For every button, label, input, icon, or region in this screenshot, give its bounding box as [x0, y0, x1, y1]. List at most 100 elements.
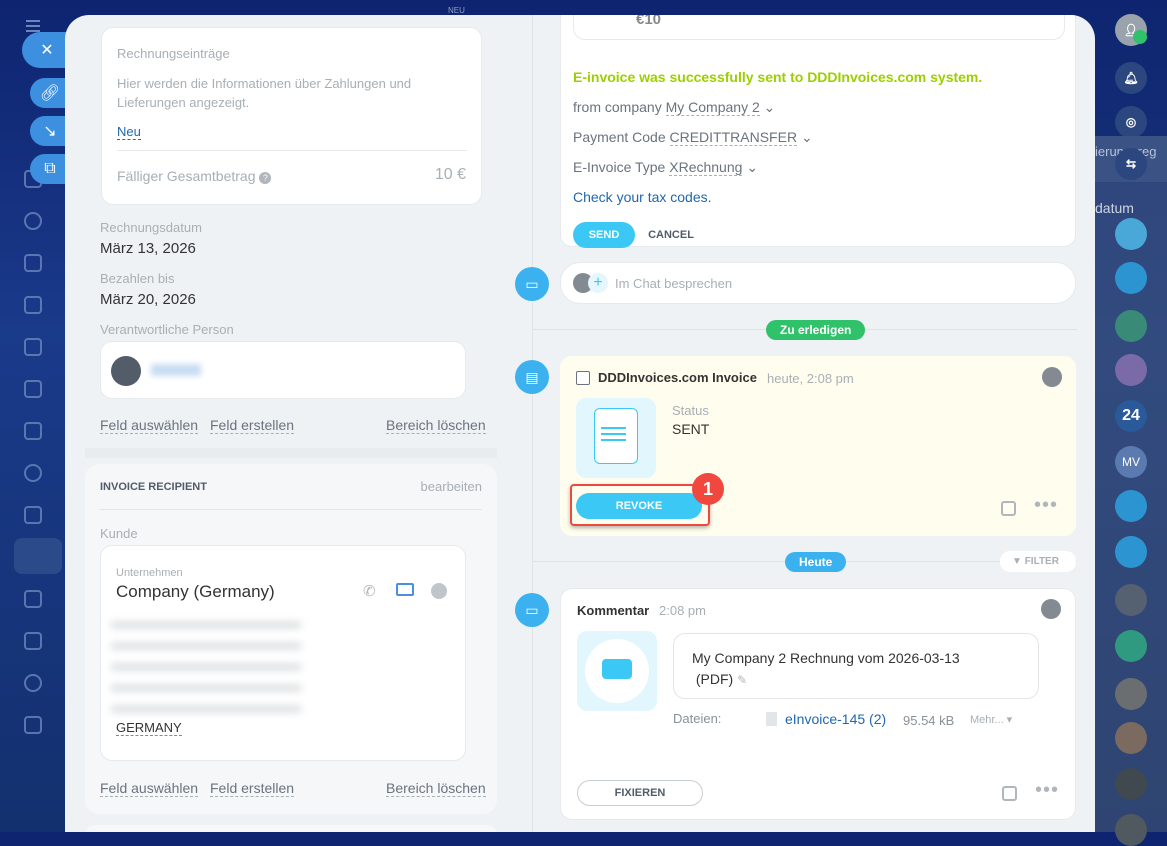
sidebar-icon[interactable]: [24, 632, 42, 650]
edit-link[interactable]: bearbeiten: [421, 479, 482, 494]
file-link[interactable]: eInvoice-145 (2): [785, 711, 886, 727]
mail-icon[interactable]: [396, 583, 414, 596]
edit-icon[interactable]: ✎: [737, 673, 747, 687]
customer-card: Unternehmen Company (Germany) ✆ GERMANY: [100, 545, 466, 761]
send-button[interactable]: SEND: [573, 222, 635, 248]
target-icon[interactable]: [24, 674, 42, 692]
user-clock-avatar[interactable]: [1115, 262, 1147, 294]
note-icon[interactable]: [1001, 501, 1016, 516]
chat-input[interactable]: + Im Chat besprechen: [560, 262, 1076, 304]
invoice-date-label: Rechnungsdatum: [100, 220, 202, 235]
chat-placeholder: Im Chat besprechen: [615, 276, 733, 291]
target-icon[interactable]: ◎: [1115, 106, 1147, 138]
einvoice-type-select[interactable]: XRechnung: [669, 159, 743, 176]
avatar[interactable]: [1115, 310, 1147, 342]
copy-link-button[interactable]: 🔗︎: [30, 78, 70, 108]
avatar-24[interactable]: 24: [1115, 400, 1147, 432]
document-icon: [594, 408, 638, 464]
tax-codes-link[interactable]: Check your tax codes.: [573, 189, 712, 205]
new-entry-link[interactable]: Neu: [117, 124, 141, 140]
more-icon[interactable]: •••: [1035, 779, 1059, 802]
files-label: Dateien:: [673, 711, 722, 726]
cart-icon[interactable]: [24, 716, 42, 734]
due-date-label: Bezahlen bis: [100, 271, 175, 286]
sidebar-icon[interactable]: [24, 338, 42, 356]
more-icon[interactable]: •••: [1034, 494, 1058, 517]
avatar[interactable]: [1115, 678, 1147, 710]
mail-icon[interactable]: [24, 422, 42, 440]
create-field-link[interactable]: Feld erstellen: [210, 780, 295, 797]
document-preview: [576, 398, 656, 478]
task-title[interactable]: DDDInvoices.com Invoice: [598, 370, 757, 385]
menu-icon[interactable]: [26, 20, 40, 22]
payment-code-row: Payment Code CREDITTRANSFER ⌄: [573, 129, 813, 146]
invoice-date-value[interactable]: März 13, 2026: [100, 240, 196, 257]
comment-title: Kommentar: [577, 603, 650, 618]
avatar[interactable]: [1115, 768, 1147, 800]
task-checkbox[interactable]: [576, 371, 590, 385]
filter-icon: ▼: [1012, 556, 1022, 567]
document-icon[interactable]: [24, 296, 42, 314]
open-new-window-button[interactable]: ⧉: [30, 154, 70, 184]
user-icon[interactable]: [1042, 367, 1062, 387]
task-card: DDDInvoices.com Invoice heute, 2:08 pm S…: [560, 356, 1076, 536]
due-date-value[interactable]: März 20, 2026: [100, 291, 196, 308]
entries-info: Hier werden die Informationen über Zahlu…: [117, 76, 412, 110]
note-icon[interactable]: [1002, 786, 1017, 801]
from-company-select[interactable]: My Company 2: [665, 99, 760, 116]
delete-section-link[interactable]: Bereich löschen: [386, 417, 486, 434]
minimize-button[interactable]: ↘: [30, 116, 70, 146]
avatar[interactable]: [1115, 354, 1147, 386]
pin-button[interactable]: FIXIEREN: [577, 780, 703, 806]
cancel-button[interactable]: CANCEL: [641, 222, 701, 248]
avatar[interactable]: [1115, 722, 1147, 754]
bookmark-avatar[interactable]: [1115, 490, 1147, 522]
phone-icon[interactable]: ✆: [363, 582, 376, 600]
user-clock-avatar[interactable]: [1115, 536, 1147, 568]
calendar-icon[interactable]: [24, 590, 42, 608]
link-icon: 🔗︎: [39, 85, 61, 102]
chevron-down-icon[interactable]: ⌄: [764, 99, 776, 115]
chat-avatar[interactable]: [1115, 218, 1147, 250]
customer-label: Kunde: [100, 526, 138, 541]
external-link-icon: ⧉: [44, 160, 56, 177]
sidebar-item-crm-active[interactable]: [14, 538, 62, 574]
country: GERMANY: [116, 720, 182, 736]
timeline-line: [532, 15, 533, 832]
amount-box: €10: [573, 15, 1065, 40]
payment-code-select[interactable]: CREDITTRANSFER: [669, 129, 798, 146]
comment-icon: ▭: [515, 593, 549, 627]
delete-section-link[interactable]: Bereich löschen: [386, 780, 486, 797]
create-field-link[interactable]: Feld erstellen: [210, 417, 295, 434]
plus-icon[interactable]: +: [588, 273, 608, 293]
task-time: heute, 2:08 pm: [767, 371, 854, 386]
tasks-icon[interactable]: [24, 506, 42, 524]
help-icon[interactable]: ?: [259, 172, 272, 184]
card-icon[interactable]: [24, 380, 42, 398]
company-name[interactable]: Company (Germany): [116, 582, 275, 602]
divider: [85, 448, 497, 458]
revoke-button[interactable]: REVOKE: [576, 493, 702, 519]
chat-switch-icon[interactable]: ⇆: [1115, 148, 1147, 180]
success-message: E-invoice was successfully sent to DDDIn…: [573, 69, 983, 85]
comment-card: Kommentar 2:08 pm My Company 2 Rechnung …: [560, 588, 1076, 820]
sidebar-icon[interactable]: [24, 212, 42, 230]
responsible-person[interactable]: [100, 341, 466, 399]
avatar[interactable]: [1115, 584, 1147, 616]
filter-button[interactable]: ▼ FILTER: [1000, 551, 1076, 572]
more-files-dropdown[interactable]: Mehr... ▾: [970, 713, 1012, 726]
users-icon[interactable]: [24, 464, 42, 482]
chat-icon[interactable]: [431, 583, 447, 599]
avatar-mv[interactable]: MV: [1115, 446, 1147, 478]
einvoice-send-card: €10 E-invoice was successfully sent to D…: [560, 15, 1076, 248]
calendar-icon[interactable]: [24, 254, 42, 272]
avatar[interactable]: [1115, 814, 1147, 846]
chevron-down-icon[interactable]: ⌄: [801, 129, 813, 145]
comment-line: My Company 2 Rechnung vom 2026-03-13: [692, 650, 960, 666]
bell-icon[interactable]: 🔔︎: [1115, 62, 1147, 94]
select-field-link[interactable]: Feld auswählen: [100, 780, 199, 797]
news-avatar[interactable]: [1115, 630, 1147, 662]
select-field-link[interactable]: Feld auswählen: [100, 417, 199, 434]
user-icon[interactable]: [1041, 599, 1061, 619]
chevron-down-icon[interactable]: ⌄: [746, 159, 758, 175]
